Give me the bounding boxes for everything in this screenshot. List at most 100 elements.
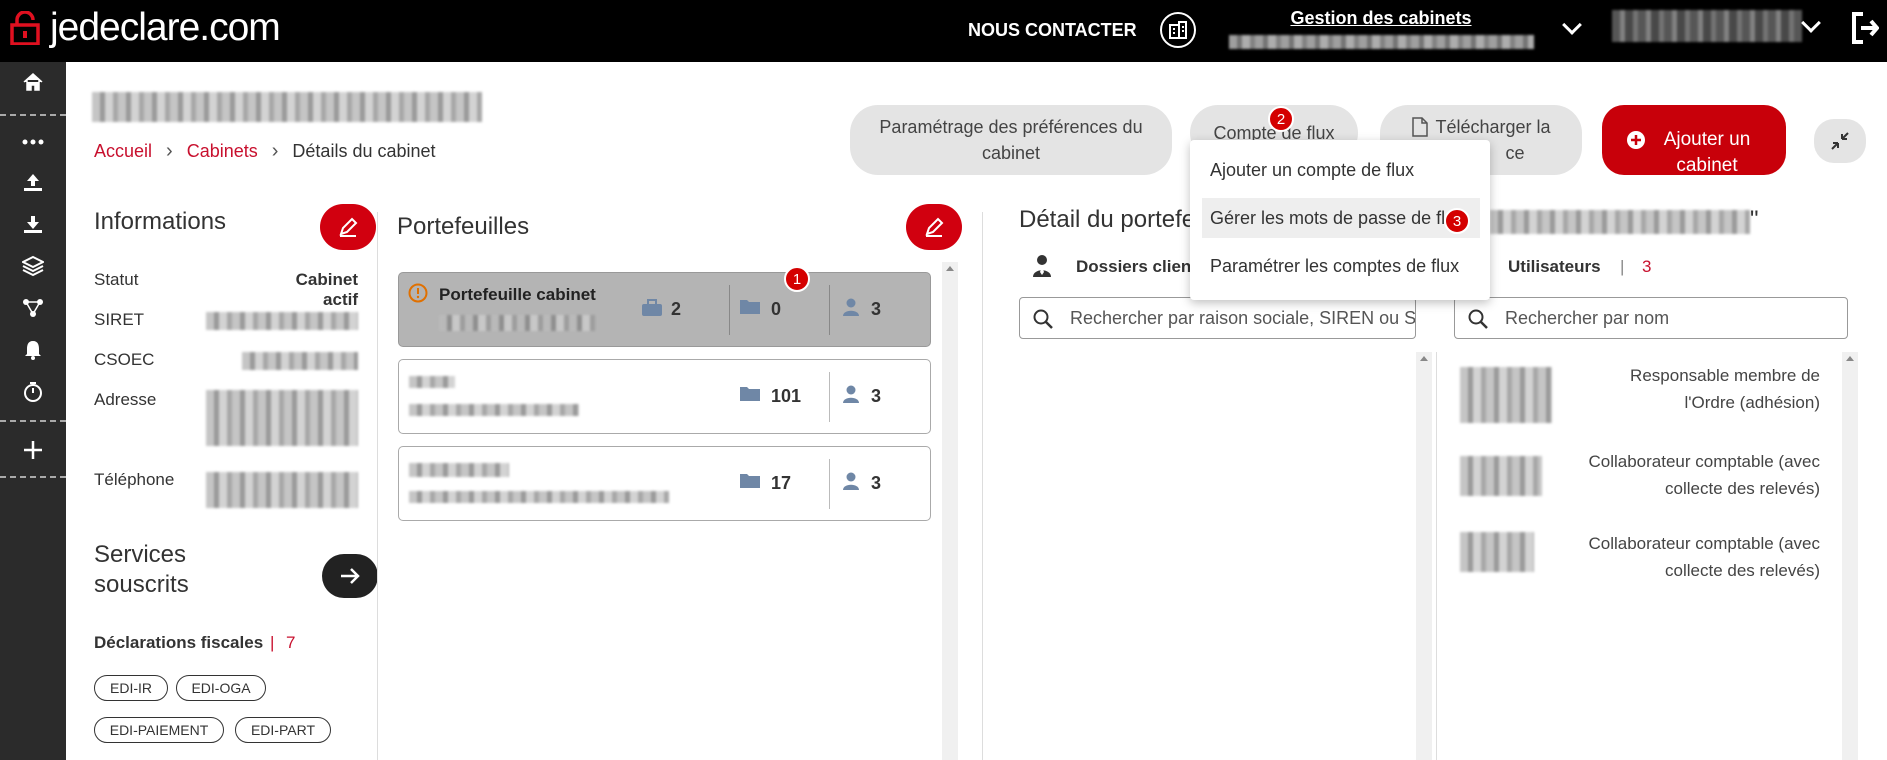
bell-icon[interactable] (0, 330, 66, 370)
home-icon[interactable] (0, 62, 66, 102)
csoec-value-redacted (242, 352, 358, 370)
portefeuilles-scrollbar[interactable] (942, 262, 958, 760)
portefeuilles-title: Portefeuilles (397, 213, 530, 240)
timer-icon[interactable] (0, 372, 66, 412)
lock-logo-icon (10, 11, 40, 45)
portefeuille-card[interactable]: Portefeuille cabinet 2 0 3 (398, 272, 931, 347)
siret-value-redacted (206, 312, 358, 330)
tab-dossiers-clients[interactable]: Dossiers client (1076, 257, 1197, 277)
siret-label: SIRET (94, 310, 145, 329)
folder-count: 101 (771, 386, 802, 406)
user-tie-icon (1033, 255, 1051, 277)
plus-icon[interactable] (0, 430, 66, 470)
plus-circle-icon (1627, 131, 1645, 149)
services-title: Services souscrits (94, 540, 234, 600)
user-chevron-down-icon[interactable] (1801, 13, 1821, 33)
briefcase-count: 2 (671, 299, 682, 319)
portefeuille-card[interactable]: 101 3 (398, 359, 931, 434)
breadcrumb-separator-icon: › (271, 140, 279, 162)
user-role-line1: Responsable membre de (1630, 366, 1820, 385)
user-role-line2: collecte des relevés) (1665, 479, 1820, 498)
utilisateurs-sep: | (1620, 257, 1625, 276)
compte-flux-dropdown: Ajouter un compte de flux Gérer les mots… (1190, 140, 1490, 300)
collapse-arrows-icon (1831, 132, 1849, 150)
breadcrumb-home[interactable]: Accueil (94, 141, 152, 162)
search-dossiers-input[interactable]: Rechercher par raison sociale, SIREN ou … (1019, 297, 1416, 339)
statut-value: Cabinet actif (295, 270, 358, 309)
menu-item-gerer-mots-de-passe[interactable]: Gérer les mots de passe de flux (1202, 198, 1480, 238)
edit-informations-button[interactable] (320, 204, 376, 250)
telephone-value-redacted (206, 472, 358, 508)
user-name-redacted (1460, 367, 1552, 423)
upload-icon[interactable] (0, 162, 66, 202)
cabinet-selector[interactable]: Gestion des cabinets (1226, 8, 1536, 54)
portefeuille-name-redacted (409, 463, 509, 477)
scroll-up-icon (946, 266, 954, 271)
main-content: Accueil › Cabinets › Détails du cabinet … (66, 62, 1887, 760)
menu-item-parametrer-comptes[interactable]: Paramétrer les comptes de flux (1202, 246, 1480, 286)
user-role: Collaborateur comptable (avec collecte d… (1566, 530, 1820, 584)
folder-icon (740, 387, 760, 401)
menu-item-add-compte[interactable]: Ajouter un compte de flux (1202, 150, 1480, 190)
download-icon[interactable] (0, 204, 66, 244)
detail-title-quote: " (1750, 206, 1759, 233)
portefeuille-desc-redacted (409, 491, 669, 503)
card-divider (729, 285, 730, 335)
sidebar-divider (0, 420, 66, 422)
adresse-label: Adresse (94, 390, 157, 409)
user-count: 3 (871, 473, 882, 493)
search-users-placeholder: Rechercher par nom (1505, 307, 1670, 328)
column-divider (1436, 352, 1437, 760)
preferences-button[interactable]: Paramétrage des préférences du cabinet (850, 105, 1172, 175)
cabinet-title-redacted (92, 92, 482, 122)
search-icon (1468, 309, 1488, 329)
network-icon[interactable] (0, 288, 66, 328)
user-role-line1: Collaborateur comptable (avec (1588, 452, 1820, 471)
layers-icon[interactable] (0, 246, 66, 286)
column-divider (377, 212, 378, 760)
building-icon[interactable] (1160, 12, 1196, 48)
users-scrollbar[interactable] (1842, 352, 1858, 760)
more-icon[interactable] (0, 122, 66, 162)
utilisateurs-count: 3 (1642, 257, 1652, 276)
add-cabinet-content: Ajouter un cabinet (1626, 101, 1762, 179)
cabinet-chevron-down-icon[interactable] (1562, 15, 1582, 35)
logout-icon[interactable] (1851, 12, 1879, 44)
breadcrumb-separator-icon: › (166, 140, 173, 162)
user-name-redacted (1460, 532, 1534, 572)
detail-title: Détail du portefe (1019, 206, 1196, 233)
briefcase-icon (642, 299, 662, 316)
add-cabinet-label: Ajouter un cabinet (1663, 129, 1751, 176)
logo[interactable]: jedeclare.com (0, 0, 294, 56)
breadcrumb-cabinets[interactable]: Cabinets (187, 141, 258, 162)
tab-utilisateurs[interactable]: Utilisateurs (1508, 257, 1601, 277)
sidebar-divider (0, 476, 66, 478)
portefeuille-name-redacted (409, 376, 455, 388)
portefeuille-name: Portefeuille cabinet (439, 285, 596, 304)
cabinet-name-redacted (1228, 35, 1534, 49)
edit-portefeuilles-button[interactable] (906, 204, 962, 250)
declarations-count: 7 (286, 633, 296, 652)
adresse-value-redacted (206, 390, 358, 446)
card-divider (829, 285, 830, 335)
user-icon (843, 298, 859, 316)
add-cabinet-button[interactable]: Ajouter un cabinet (1602, 105, 1786, 176)
portefeuille-desc-redacted (409, 404, 579, 416)
search-users-input[interactable]: Rechercher par nom (1454, 297, 1848, 339)
arrow-right-icon (341, 568, 360, 584)
sidebar-divider (0, 114, 66, 116)
user-role: Collaborateur comptable (avec collecte d… (1566, 448, 1820, 502)
user-icon (843, 385, 859, 403)
collapse-button[interactable] (1814, 119, 1866, 163)
sidebar (0, 62, 66, 760)
dossiers-scrollbar[interactable] (1416, 352, 1432, 760)
pdf-icon (1412, 117, 1429, 137)
add-cabinet-row: Ajouter un cabinet (1626, 101, 1762, 179)
folder-count: 17 (771, 473, 792, 493)
step-badge-1: 1 (784, 266, 810, 292)
portefeuille-card[interactable]: 17 3 (398, 446, 931, 521)
scroll-up-icon (1846, 356, 1854, 361)
user-role-line2: collecte des relevés) (1665, 561, 1820, 580)
services-arrow-button[interactable] (322, 554, 378, 598)
contact-link[interactable]: NOUS CONTACTER (968, 20, 1137, 41)
